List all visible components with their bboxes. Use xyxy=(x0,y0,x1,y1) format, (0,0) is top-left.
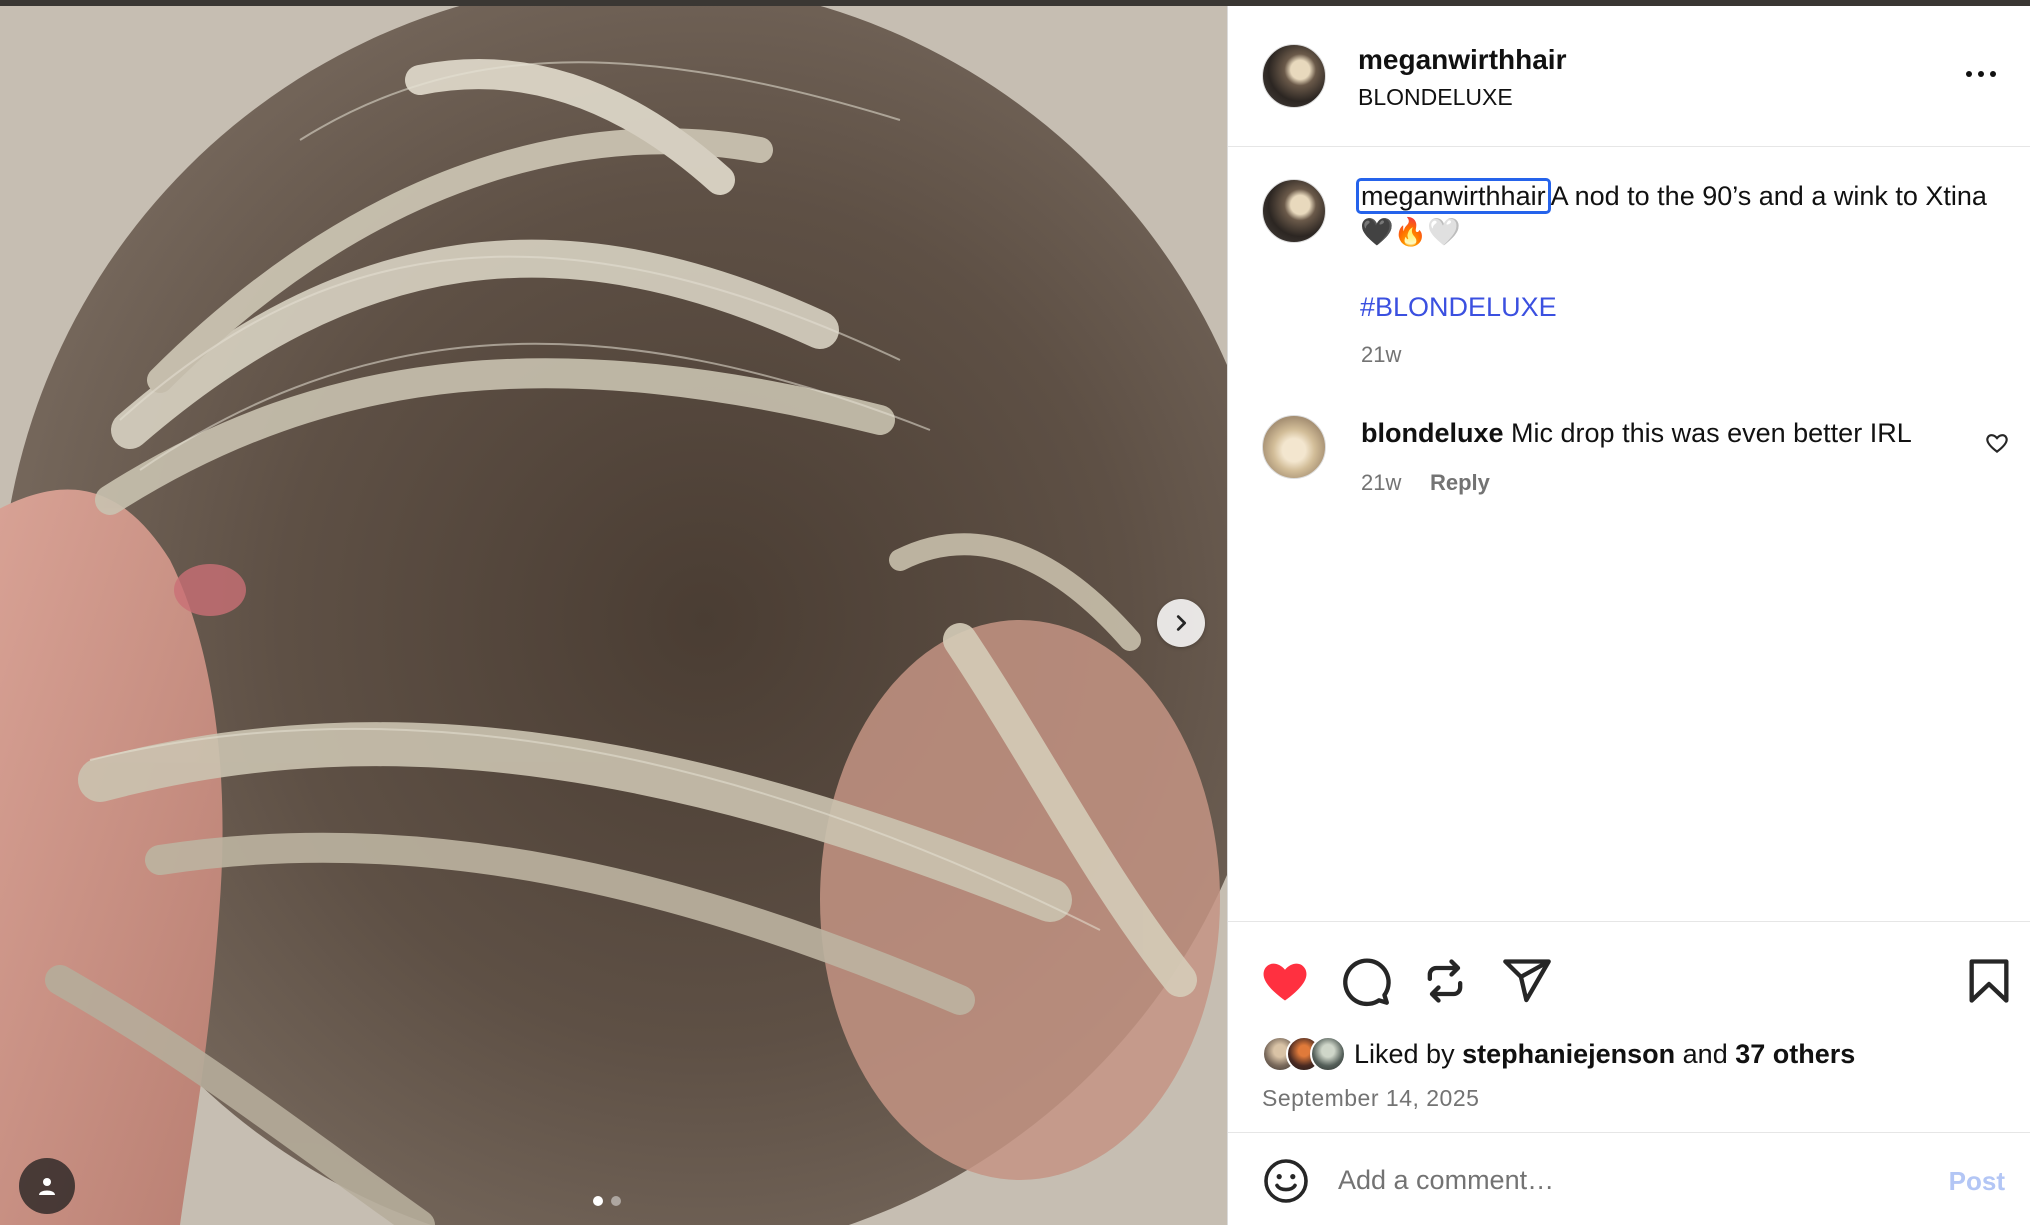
caption-username-link[interactable]: meganwirthhair xyxy=(1356,178,1551,214)
post-subtitle[interactable]: BLONDELUXE xyxy=(1358,84,1513,111)
carousel-dot-2 xyxy=(611,1196,621,1206)
post-media[interactable] xyxy=(0,0,1227,1225)
more-horizontal-icon xyxy=(1966,71,1972,77)
caption-author-avatar[interactable] xyxy=(1262,179,1326,243)
heart-icon[interactable] xyxy=(1259,955,1311,1007)
post-caption: meganwirthhair A nod to the 90’s and a wi… xyxy=(1356,178,2000,250)
likes-summary: Liked by stephaniejenson and 37 others xyxy=(1262,1034,1855,1074)
post-date[interactable]: September 14, 2025 xyxy=(1262,1085,1479,1112)
carousel-indicator xyxy=(593,1196,621,1206)
comment-timestamp: 21w xyxy=(1361,470,1402,495)
user-tag-icon xyxy=(39,1178,55,1195)
commenter-username[interactable]: blondeluxe xyxy=(1361,418,1504,448)
repost-icon[interactable] xyxy=(1419,955,1471,1007)
hashtag-link[interactable]: #BLONDELUXE xyxy=(1360,292,1557,323)
liker-avatar xyxy=(1310,1036,1346,1072)
top-strip xyxy=(0,0,2030,6)
likes-text: Liked by stephaniejenson and 37 others xyxy=(1354,1038,1856,1069)
liker-username[interactable]: stephaniejenson xyxy=(1462,1039,1675,1069)
comment-icon[interactable] xyxy=(1340,955,1392,1007)
commenter-avatar[interactable] xyxy=(1262,415,1326,479)
emoji-icon[interactable] xyxy=(1262,1157,1310,1205)
tagged-users-button[interactable] xyxy=(19,1158,75,1214)
comment: blondeluxe Mic drop this was even better… xyxy=(1361,418,1912,449)
caption-timestamp[interactable]: 21w xyxy=(1361,342,1401,368)
others-likes-link[interactable]: 37 others xyxy=(1735,1039,1855,1069)
carousel-dot-1 xyxy=(593,1196,603,1206)
chevron-right-icon xyxy=(1176,615,1187,631)
comment-heart-icon[interactable] xyxy=(1984,430,2010,456)
comment-input[interactable] xyxy=(1338,1155,1878,1205)
post-photo xyxy=(0,0,1227,1225)
carousel-next-button[interactable] xyxy=(1157,599,1205,647)
comment-body: Mic drop this was even better IRL xyxy=(1511,418,1912,448)
more-options-button[interactable] xyxy=(1959,62,2003,86)
post-comment-button[interactable]: Post xyxy=(1949,1166,2005,1197)
author-username[interactable]: meganwirthhair xyxy=(1358,44,1566,76)
share-icon[interactable] xyxy=(1501,955,1553,1007)
bookmark-icon[interactable] xyxy=(1963,955,2015,1007)
post-details-panel: meganwirthhair BLONDELUXE meganwirthhair… xyxy=(1227,6,2030,1225)
comment-composer: Post xyxy=(1228,1132,2030,1225)
comment-reply-button[interactable]: Reply xyxy=(1430,470,1490,496)
post-header: meganwirthhair BLONDELUXE xyxy=(1228,6,2030,147)
author-avatar[interactable] xyxy=(1262,44,1326,108)
